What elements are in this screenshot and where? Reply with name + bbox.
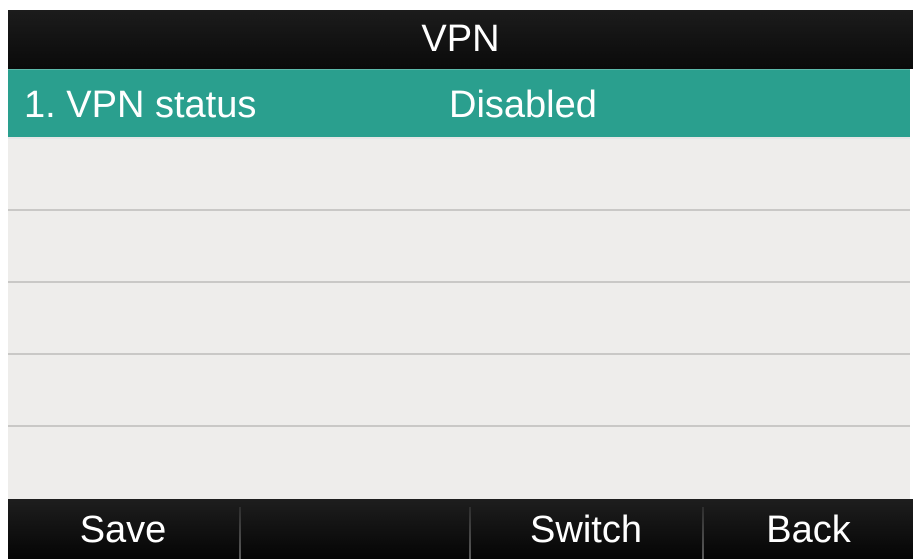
softkey-bar: Save Switch Back: [8, 499, 913, 559]
switch-button[interactable]: Switch: [471, 499, 701, 559]
back-button[interactable]: Back: [704, 499, 913, 559]
list-item-vpn-status[interactable]: 1. VPN status Disabled: [8, 69, 913, 139]
phone-screen: VPN 1. VPN status Disabled Save Switch B…: [8, 10, 913, 559]
list-item-empty: [8, 357, 913, 427]
list-item-value: Disabled: [449, 84, 597, 126]
list-item-empty: [8, 141, 913, 211]
softkey-2-button[interactable]: [241, 499, 469, 559]
list-item-empty: [8, 213, 913, 283]
settings-list: 1. VPN status Disabled: [8, 69, 913, 499]
page-title: VPN: [8, 10, 913, 69]
list-item-label: 1. VPN status: [24, 84, 257, 126]
save-button[interactable]: Save: [8, 499, 238, 559]
list-item-empty: [8, 285, 913, 355]
list-item-empty: [8, 429, 913, 499]
scrollbar: [910, 69, 913, 499]
